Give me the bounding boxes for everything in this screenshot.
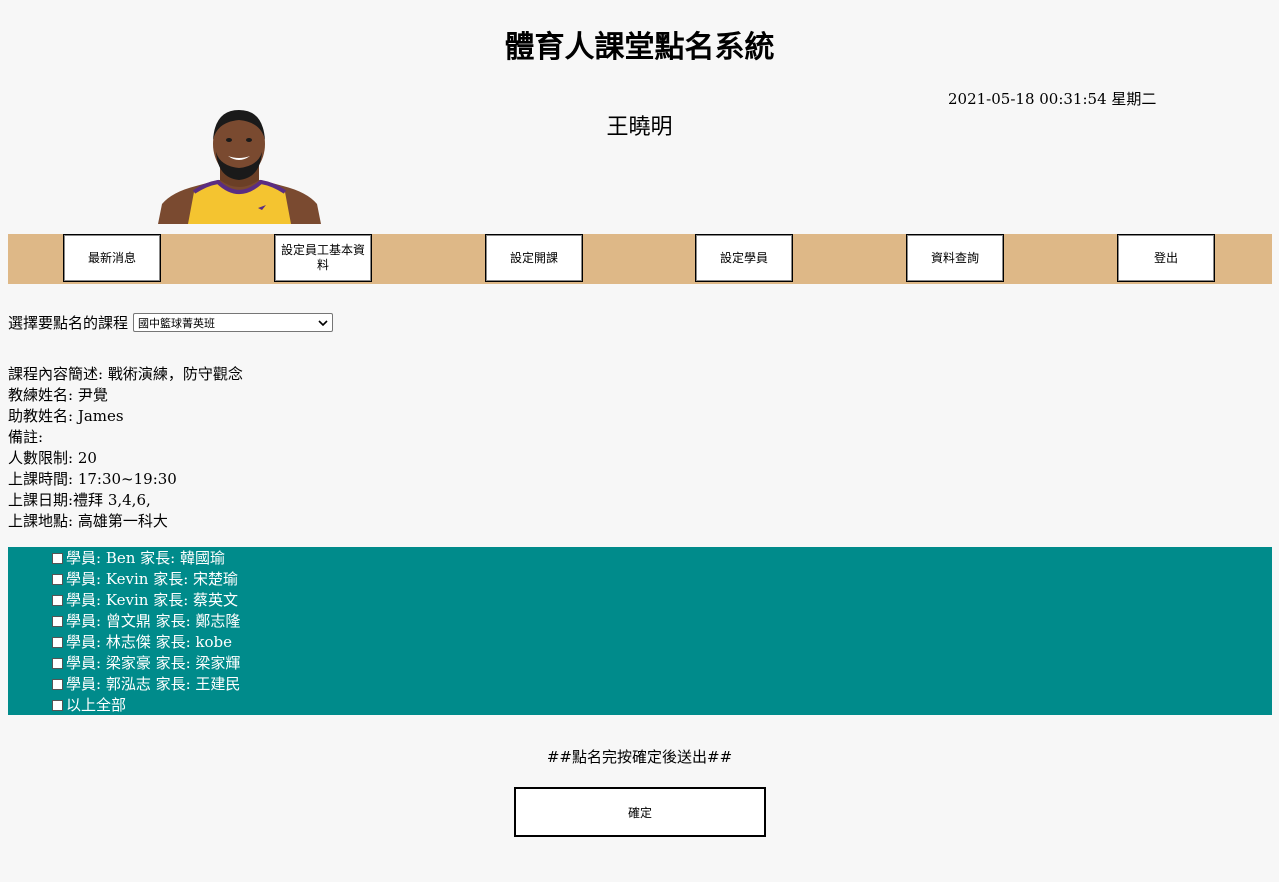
confirm-button[interactable]: 確定 bbox=[514, 787, 766, 837]
student-label: 學員: Kevin 家長: 蔡英文 bbox=[66, 591, 239, 609]
course-select-label: 選擇要點名的課程 bbox=[8, 314, 129, 332]
nav-student-settings-button[interactable]: 設定學員 bbox=[695, 234, 793, 282]
student-checkbox[interactable] bbox=[52, 595, 63, 606]
select-all-checkbox[interactable] bbox=[52, 700, 63, 711]
student-checkbox[interactable] bbox=[52, 574, 63, 585]
chevron-down-icon bbox=[318, 319, 328, 326]
nav-employee-settings-button[interactable]: 設定員工基本資料 bbox=[274, 234, 372, 282]
course-info: 課程內容簡述: 戰術演練，防守觀念 教練姓名: 尹覺 助教姓名: James 備… bbox=[8, 364, 243, 532]
current-datetime: 2021-05-18 00:31:54 星期二 bbox=[948, 90, 1157, 108]
student-checkbox[interactable] bbox=[52, 616, 63, 627]
select-all-label: 以上全部 bbox=[66, 696, 127, 714]
student-checkbox[interactable] bbox=[52, 637, 63, 648]
nav-data-query-button[interactable]: 資料查詢 bbox=[906, 234, 1004, 282]
student-label: 學員: Ben 家長: 韓國瑜 bbox=[66, 549, 225, 567]
student-row: 學員: 林志傑 家長: kobe bbox=[52, 632, 232, 653]
course-days: 上課日期:禮拜 3,4,6, bbox=[8, 491, 151, 509]
student-label: 學員: 曾文鼎 家長: 鄭志隆 bbox=[66, 612, 241, 630]
course-assistant: 助教姓名: James bbox=[8, 407, 124, 425]
nav-course-settings-button[interactable]: 設定開課 bbox=[485, 234, 583, 282]
course-location: 上課地點: 高雄第一科大 bbox=[8, 512, 168, 530]
student-label: 學員: 郭泓志 家長: 王建民 bbox=[66, 675, 241, 693]
course-time: 上課時間: 17:30~19:30 bbox=[8, 470, 177, 488]
submit-note: ##點名完按確定後送出## bbox=[546, 748, 733, 766]
user-name: 王曉明 bbox=[606, 115, 673, 140]
student-row: 學員: 曾文鼎 家長: 鄭志隆 bbox=[52, 611, 240, 632]
course-coach: 教練姓名: 尹覺 bbox=[8, 386, 108, 404]
course-remark: 備註: bbox=[8, 428, 44, 446]
student-checkbox[interactable] bbox=[52, 679, 63, 690]
nav-logout-button[interactable]: 登出 bbox=[1117, 234, 1215, 282]
course-description: 課程內容簡述: 戰術演練，防守觀念 bbox=[8, 365, 243, 383]
student-label: 學員: Kevin 家長: 宋楚瑜 bbox=[66, 570, 239, 588]
course-limit: 人數限制: 20 bbox=[8, 449, 97, 467]
student-row: 學員: Kevin 家長: 宋楚瑜 bbox=[52, 569, 238, 590]
student-row: 學員: 郭泓志 家長: 王建民 bbox=[52, 674, 240, 695]
course-select[interactable]: 國中籃球菁英班 bbox=[133, 313, 334, 332]
student-row: 學員: Ben 家長: 韓國瑜 bbox=[52, 548, 225, 569]
student-list: 學員: Ben 家長: 韓國瑜 學員: Kevin 家長: 宋楚瑜 學員: Ke… bbox=[8, 547, 1272, 715]
course-select-row: 選擇要點名的課程 國中籃球菁英班 bbox=[8, 312, 334, 333]
student-row: 學員: 梁家豪 家長: 梁家輝 bbox=[52, 653, 240, 674]
student-label: 學員: 梁家豪 家長: 梁家輝 bbox=[66, 654, 241, 672]
nav-latest-news-button[interactable]: 最新消息 bbox=[63, 234, 161, 282]
page-title: 體育人課堂點名系統 bbox=[504, 30, 775, 65]
student-row: 學員: Kevin 家長: 蔡英文 bbox=[52, 590, 238, 611]
course-select-value: 國中籃球菁英班 bbox=[138, 316, 216, 330]
student-label: 學員: 林志傑 家長: kobe bbox=[66, 633, 233, 651]
student-checkbox[interactable] bbox=[52, 553, 63, 564]
select-all-row: 以上全部 bbox=[52, 695, 126, 716]
student-checkbox[interactable] bbox=[52, 658, 63, 669]
nav-bar: 最新消息 設定員工基本資料 設定開課 設定學員 資料查詢 登出 bbox=[8, 234, 1272, 284]
